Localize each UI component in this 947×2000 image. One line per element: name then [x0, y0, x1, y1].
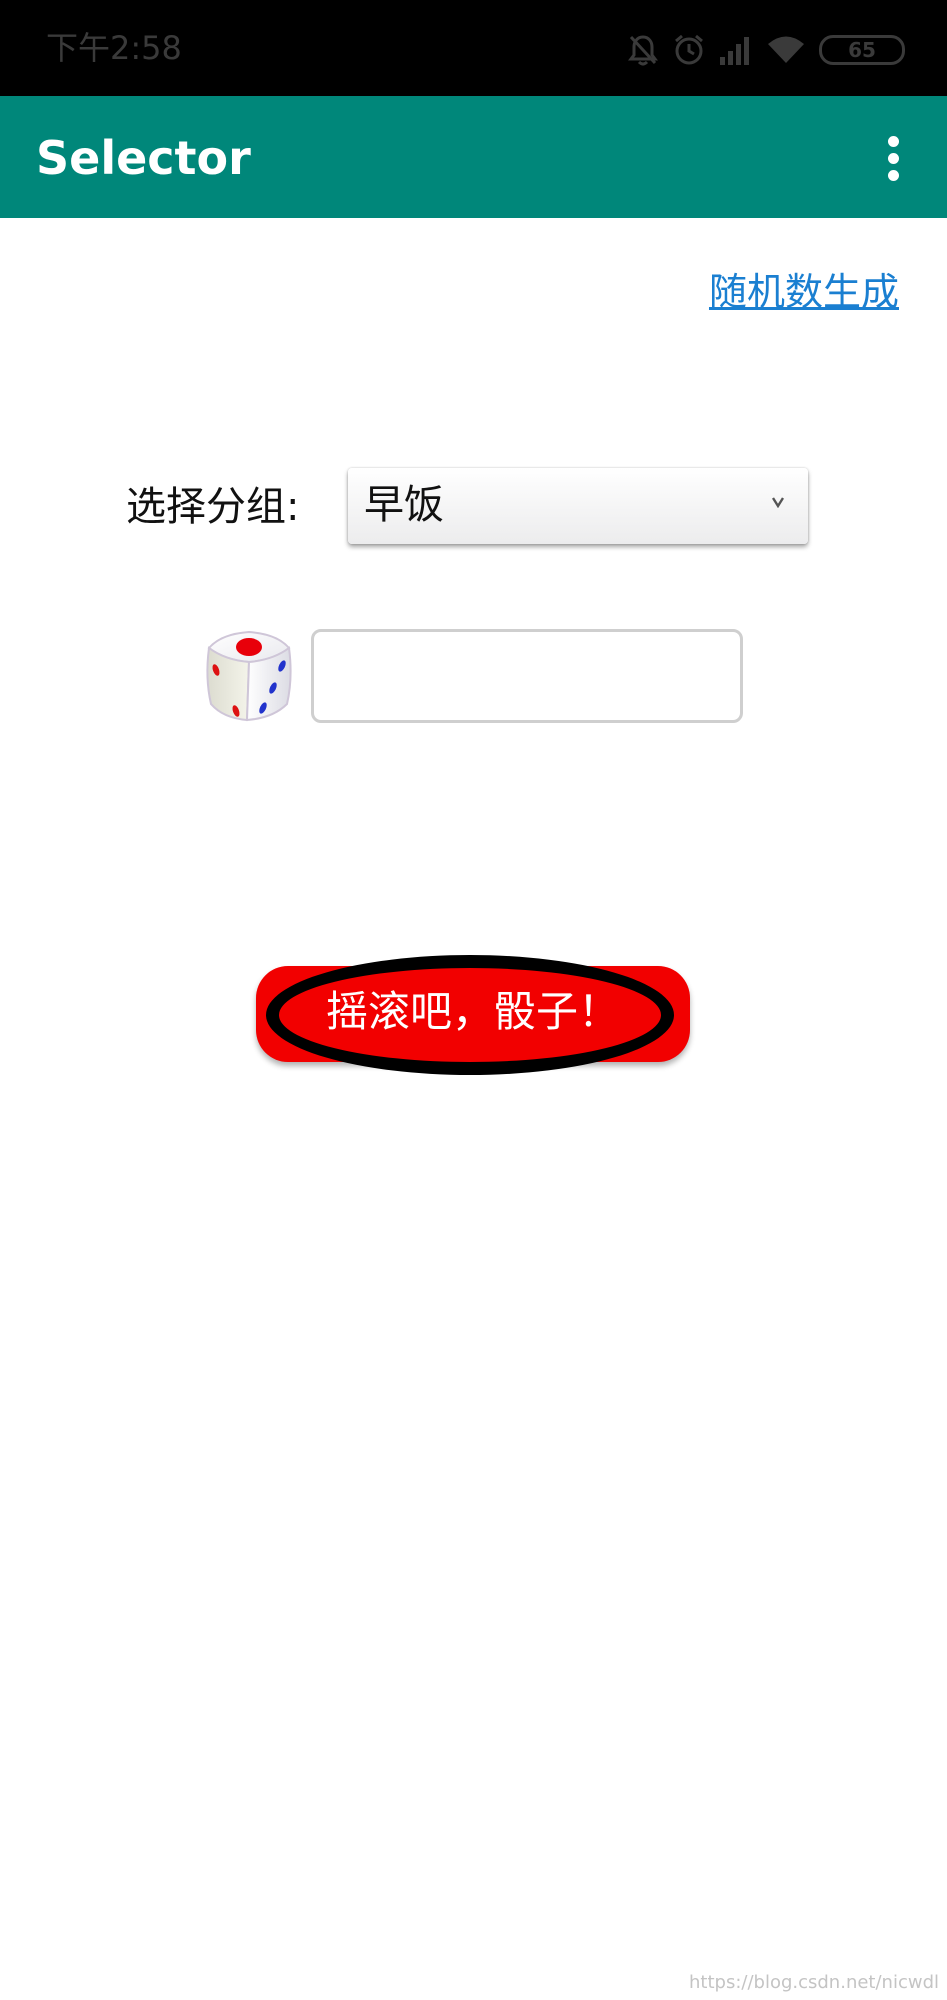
- app-title: Selector: [36, 131, 251, 185]
- notifications-off-icon: [627, 33, 659, 67]
- group-select[interactable]: 早饭: [348, 468, 808, 544]
- result-input[interactable]: [311, 629, 743, 723]
- roll-dice-button[interactable]: [256, 966, 690, 1062]
- alarm-icon: [673, 33, 705, 67]
- more-vert-icon[interactable]: [863, 128, 923, 188]
- group-select-value: 早饭: [364, 482, 444, 528]
- chevron-down-icon: [772, 497, 784, 508]
- wifi-icon: [767, 35, 805, 65]
- dice-icon[interactable]: [203, 628, 295, 724]
- battery-icon: 65: [819, 35, 905, 65]
- signal-icon: [719, 35, 753, 65]
- status-icons: 65: [627, 30, 905, 70]
- watermark: https://blog.csdn.net/nicwdl: [689, 1972, 939, 1993]
- random-number-link[interactable]: 随机数生成: [709, 268, 899, 316]
- status-time: 下午2:58: [46, 29, 182, 67]
- group-label: 选择分组:: [126, 484, 300, 530]
- app-bar: Selector: [0, 96, 947, 218]
- status-bar: 下午2:58 65: [0, 0, 947, 96]
